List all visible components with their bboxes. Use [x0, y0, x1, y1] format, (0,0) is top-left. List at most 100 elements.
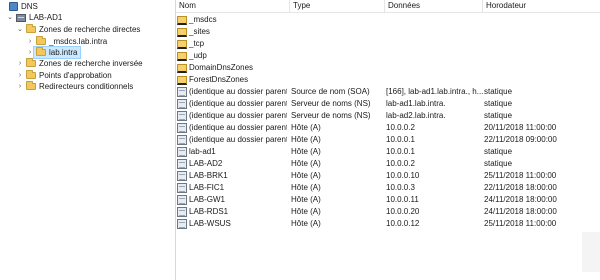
record-row[interactable]: (identique au dossier parent) Hôte (A) 10.… [176, 122, 600, 134]
column-header-row: Nom Type Données Horodateur [176, 0, 600, 13]
record-row[interactable]: lab-ad1 Hôte (A) 10.0.0.1 statique [176, 146, 600, 158]
chevron-right-icon[interactable]: › [16, 81, 24, 92]
record-row[interactable]: LAB-WSUS Hôte (A) 10.0.0.12 25/11/2018 11:0… [176, 218, 600, 230]
record-name: _msdcs [189, 15, 217, 24]
tree-node-label: lab.intra [49, 48, 78, 57]
tree-node-label: Redirecteurs conditionnels [39, 82, 134, 91]
record-name: LAB-GW1 [189, 195, 226, 204]
dns-record-icon [177, 147, 187, 157]
record-name: _sites [189, 27, 210, 36]
folder-icon [36, 36, 46, 45]
record-timestamp [484, 62, 600, 74]
record-type: Hôte (A) [291, 123, 321, 132]
record-data: lab-ad1.lab.intra. [386, 99, 446, 108]
record-data [386, 26, 483, 38]
record-timestamp: 24/11/2018 18:00:00 [484, 207, 557, 216]
record-type: Source de nom (SOA) [291, 87, 370, 96]
record-timestamp [484, 26, 600, 38]
chevron-right-icon[interactable]: › [16, 70, 24, 81]
scroll-corner [582, 232, 600, 272]
record-data [386, 74, 483, 86]
record-name-cell: ForestDnsZones [176, 74, 287, 86]
record-name: (identique au dossier parent) [189, 111, 287, 120]
record-data: 10.0.0.2 [386, 159, 415, 168]
record-data: 10.0.0.20 [386, 207, 420, 216]
column-header-data[interactable]: Données [385, 0, 483, 12]
dns-record-icon [177, 207, 187, 217]
record-row[interactable]: LAB-AD2 Hôte (A) 10.0.0.2 statique [176, 158, 600, 170]
tree-node-label: _msdcs.lab.intra [49, 37, 108, 46]
dns-tree-pane: DNS ⌄ LAB-AD1 ⌄ Zones de recherche direc… [0, 0, 176, 280]
folder-icon [177, 75, 187, 85]
record-timestamp [484, 50, 600, 62]
record-data [386, 62, 483, 74]
record-timestamp: 25/11/2018 11:00:00 [484, 171, 557, 180]
tree-node-msdcs-zone[interactable]: › _msdcs.lab.intra [26, 36, 107, 47]
record-row[interactable]: (identique au dossier parent) Source de n… [176, 86, 600, 98]
chevron-down-icon[interactable]: ⌄ [6, 12, 14, 23]
record-name: LAB-RDS1 [189, 207, 229, 216]
record-row[interactable]: _udp [176, 50, 600, 62]
record-type: Hôte (A) [291, 147, 321, 156]
folder-icon [26, 81, 36, 90]
tree-node-reverse-zones[interactable]: › Zones de recherche inversée [16, 58, 143, 69]
record-row[interactable]: (identique au dossier parent) Hôte (A) 10.… [176, 134, 600, 146]
dns-record-icon [177, 135, 187, 145]
record-timestamp: statique [484, 147, 513, 156]
dns-record-icon [177, 171, 187, 181]
record-row[interactable]: LAB-BRK1 Hôte (A) 10.0.0.10 25/11/2018 11:0… [176, 170, 600, 182]
record-row[interactable]: (identique au dossier parent) Serveur de … [176, 110, 600, 122]
records-list: Nom Type Données Horodateur _msdcs _sites… [176, 0, 600, 280]
record-type: Hôte (A) [291, 195, 321, 204]
record-type: Hôte (A) [291, 207, 321, 216]
record-name-cell: DomainDnsZones [176, 62, 287, 74]
record-row[interactable]: _msdcs [176, 14, 600, 26]
record-name-cell: LAB-WSUS [176, 218, 287, 230]
tree-node-label: Zones de recherche inversée [39, 59, 143, 68]
dns-record-icon [177, 99, 187, 109]
tree-node-trust-points[interactable]: › Points d'approbation [16, 70, 112, 81]
record-row[interactable]: LAB-FIC1 Hôte (A) 10.0.0.3 22/11/2018 18:00… [176, 182, 600, 194]
record-row[interactable]: DomainDnsZones [176, 62, 600, 74]
folder-icon [26, 24, 36, 33]
record-row[interactable]: (identique au dossier parent) Serveur de … [176, 98, 600, 110]
dns-icon [9, 2, 18, 11]
record-timestamp: 20/11/2018 11:00:00 [484, 123, 557, 132]
record-type: Serveur de noms (NS) [291, 111, 371, 120]
record-row[interactable]: LAB-GW1 Hôte (A) 10.0.0.11 24/11/2018 18:00… [176, 194, 600, 206]
record-name: (identique au dossier parent) [189, 135, 287, 144]
tree-node-conditional-forwarders[interactable]: › Redirecteurs conditionnels [16, 81, 133, 92]
record-name-cell: _sites [176, 26, 287, 38]
record-name-cell: LAB-AD2 [176, 158, 287, 170]
chevron-right-icon[interactable]: › [16, 58, 24, 69]
column-header-name[interactable]: Nom [176, 0, 290, 12]
record-name-cell: (identique au dossier parent) [176, 110, 287, 122]
record-timestamp [484, 38, 600, 50]
server-icon [16, 13, 26, 22]
record-row[interactable]: _tcp [176, 38, 600, 50]
record-row[interactable]: ForestDnsZones [176, 74, 600, 86]
tree-node-lab-ad1[interactable]: ⌄ LAB-AD1 [6, 12, 62, 23]
record-name: _tcp [189, 39, 205, 48]
chevron-right-icon[interactable]: › [26, 47, 34, 58]
dns-record-icon [177, 111, 187, 121]
record-name: LAB-BRK1 [189, 171, 228, 180]
column-header-type[interactable]: Type [290, 0, 385, 12]
record-type: Hôte (A) [291, 183, 321, 192]
record-timestamp: statique [484, 99, 513, 108]
record-data: 10.0.0.1 [386, 135, 415, 144]
record-name-cell: _udp [176, 50, 287, 62]
record-name-cell: _msdcs [176, 14, 287, 26]
record-name: LAB-AD2 [189, 159, 223, 168]
record-name-cell: LAB-GW1 [176, 194, 287, 206]
record-row[interactable]: LAB-RDS1 Hôte (A) 10.0.0.20 24/11/2018 18:0… [176, 206, 600, 218]
tree-node-forward-zones[interactable]: ⌄ Zones de recherche directes [16, 24, 140, 35]
chevron-right-icon[interactable]: › [26, 36, 34, 47]
record-row[interactable]: _sites [176, 26, 600, 38]
tree-node-dns[interactable]: DNS [0, 1, 38, 12]
record-type: Hôte (A) [291, 135, 321, 144]
chevron-down-icon[interactable]: ⌄ [16, 24, 24, 35]
tree-node-lab-intra[interactable]: › lab.intra [26, 46, 82, 59]
record-type [291, 14, 385, 26]
column-header-timestamp[interactable]: Horodateur [483, 0, 600, 12]
